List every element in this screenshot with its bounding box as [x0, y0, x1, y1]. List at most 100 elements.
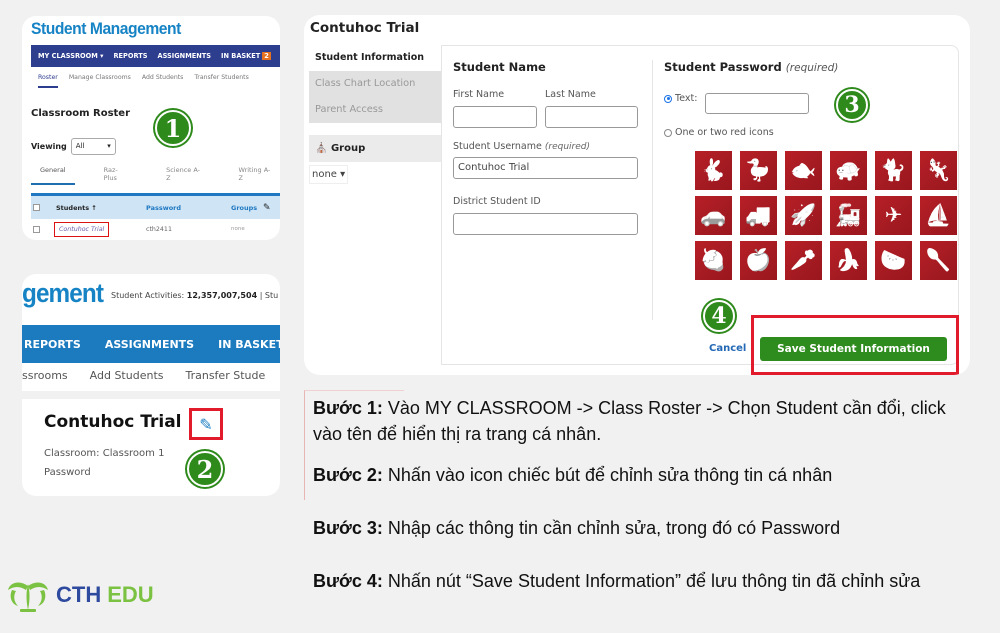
step-2-text: Bước 2: Nhấn vào icon chiếc bút để chỉnh…	[313, 462, 973, 488]
step-2-label: Bước 2:	[313, 465, 383, 485]
picture-password-grid: 🐇 🦆 🐟 🐢 🐈 🦎 🚗 🚚 🚀 🚂 ✈ ⛵ 🍓 🍎 🥕 🍌 🍉 🥄	[695, 151, 957, 280]
nav-reports[interactable]: REPORTS	[113, 52, 147, 60]
subnav-transfer-students[interactable]: Transfer Stude	[185, 369, 265, 382]
icon-option-label: One or two red icons	[675, 127, 774, 138]
tab-parent-access[interactable]: Parent Access	[309, 97, 441, 123]
picture-password-rocket[interactable]: 🚀	[785, 196, 822, 235]
row-checkbox[interactable]	[33, 225, 40, 233]
tab-general[interactable]: General	[31, 166, 75, 185]
nav-in-basket[interactable]: IN BASKET	[218, 338, 280, 351]
carrot-icon: 🥕	[790, 248, 817, 272]
duck-icon: 🦆	[745, 158, 772, 182]
save-student-information-button[interactable]: Save Student Information	[760, 337, 947, 361]
header-students[interactable]: Students ↑	[56, 204, 146, 212]
nav-reports[interactable]: REPORTS	[24, 338, 81, 351]
picture-password-rabbit[interactable]: 🐇	[695, 151, 732, 190]
apple-icon: 🍎	[745, 248, 772, 272]
first-name-input[interactable]	[453, 106, 537, 128]
picture-password-turtle[interactable]: 🐢	[830, 151, 867, 190]
activities-suffix: | Stu	[259, 291, 279, 300]
nav-assignments[interactable]: ASSIGNMENTS	[158, 52, 212, 60]
password-required-note: (required)	[785, 62, 839, 74]
car-icon: 🚗	[700, 203, 727, 227]
picture-password-carrot[interactable]: 🥕	[785, 241, 822, 280]
subnav-manage-classrooms[interactable]: ssrooms	[22, 369, 68, 382]
district-id-input[interactable]	[453, 213, 638, 235]
viewing-label: Viewing	[31, 142, 67, 151]
edit-profile-button[interactable]: ✎	[189, 408, 223, 440]
sub-nav: ssrooms Add Students Transfer Stude	[22, 369, 265, 382]
sub-nav: Roster Manage Classrooms Add Students Tr…	[31, 70, 280, 88]
icon-password-radio[interactable]	[664, 128, 672, 137]
picture-password-sailboat[interactable]: ⛵	[920, 196, 957, 235]
step-3-text: Bước 3: Nhập các thông tin cần chỉnh sửa…	[313, 515, 973, 541]
app-brand-title: Student Management	[31, 19, 181, 38]
activities-value: 12,357,007,504	[186, 291, 258, 300]
last-name-label: Last Name	[545, 89, 596, 100]
program-tabs: General Raz-Plus Science A-Z Writing A-Z	[31, 166, 280, 185]
nav-my-classroom[interactable]: MY CLASSROOM ▾	[38, 52, 103, 60]
subnav-add-students[interactable]: Add Students	[90, 369, 164, 382]
picture-password-apple[interactable]: 🍎	[740, 241, 777, 280]
select-all-checkbox[interactable]	[33, 204, 40, 211]
picture-password-strawberry[interactable]: 🍓	[695, 241, 732, 280]
nav-in-basket[interactable]: IN BASKET 2	[221, 52, 271, 60]
student-name-link[interactable]: Contuhoc Trial	[54, 221, 110, 237]
picture-password-watermelon[interactable]: 🍉	[875, 241, 912, 280]
roster-screenshot-panel: Student Management MY CLASSROOM ▾ REPORT…	[22, 16, 280, 240]
username-input[interactable]: Contuhoc Trial	[453, 157, 638, 179]
picture-password-airplane[interactable]: ✈	[875, 196, 912, 235]
step-3-body: Nhập các thông tin cần chỉnh sửa, trong …	[382, 518, 841, 538]
cancel-button[interactable]: Cancel	[709, 343, 746, 354]
student-groups: none	[231, 226, 245, 232]
viewing-select[interactable]: All	[70, 138, 116, 155]
airplane-icon: ✈	[884, 203, 903, 227]
picture-password-car[interactable]: 🚗	[695, 196, 732, 235]
picture-password-truck[interactable]: 🚚	[740, 196, 777, 235]
last-name-input[interactable]	[545, 106, 638, 128]
tab-raz-plus[interactable]: Raz-Plus	[95, 166, 137, 185]
text-password-option[interactable]: Text:	[664, 93, 697, 104]
subnav-transfer-students[interactable]: Transfer Students	[194, 70, 248, 88]
student-password: cth2411	[146, 225, 172, 233]
step-4-text: Bước 4: Nhấn nút “Save Student Informati…	[313, 568, 973, 594]
step-4-body: Nhấn nút “Save Student Information” để l…	[382, 571, 921, 591]
tab-student-information[interactable]: Student Information	[309, 45, 441, 71]
subnav-add-students[interactable]: Add Students	[142, 70, 184, 88]
subnav-roster[interactable]: Roster	[38, 70, 58, 88]
picture-password-banana[interactable]: 🍌	[830, 241, 867, 280]
main-nav: REPORTS ASSIGNMENTS IN BASKET	[22, 325, 280, 363]
group-section: ⛪ Group	[309, 135, 441, 162]
fish-icon: 🐟	[790, 158, 817, 182]
subnav-manage-classrooms[interactable]: Manage Classrooms	[69, 70, 131, 88]
first-name-label: First Name	[453, 89, 505, 100]
picture-password-spoon[interactable]: 🥄	[920, 241, 957, 280]
profile-classroom: Classroom: Classroom 1	[44, 448, 165, 459]
tab-science-az[interactable]: Science A-Z	[157, 166, 209, 185]
group-select[interactable]: none ▾	[309, 165, 349, 184]
picture-password-lizard[interactable]: 🦎	[920, 151, 957, 190]
nav-in-basket-label: IN BASKET	[221, 52, 261, 60]
turtle-icon: 🐢	[835, 158, 862, 182]
edit-groups-pencil-icon[interactable]: ✎	[263, 203, 271, 213]
group-icon: ⛪	[315, 143, 328, 154]
tab-class-chart-location[interactable]: Class Chart Location	[309, 71, 441, 97]
train-icon: 🚂	[835, 203, 862, 227]
text-password-radio[interactable]	[664, 94, 672, 103]
rabbit-icon: 🐇	[700, 158, 727, 182]
tab-writing-az[interactable]: Writing A-Z	[229, 166, 280, 185]
step-2-body: Nhấn vào icon chiếc bút để chỉnh sửa thô…	[382, 465, 833, 485]
sailboat-icon: ⛵	[925, 203, 952, 227]
step-1-body: Vào MY CLASSROOM -> Class Roster -> Chọn…	[313, 398, 946, 444]
logo-text-cth: CTH	[56, 582, 102, 607]
picture-password-duck[interactable]: 🦆	[740, 151, 777, 190]
picture-password-train[interactable]: 🚂	[830, 196, 867, 235]
group-label: Group	[330, 143, 366, 154]
text-password-input[interactable]	[705, 93, 809, 114]
username-required-note: (required)	[544, 142, 591, 152]
nav-assignments[interactable]: ASSIGNMENTS	[105, 338, 194, 351]
step-3-label: Bước 3:	[313, 518, 383, 538]
picture-password-fish[interactable]: 🐟	[785, 151, 822, 190]
picture-password-cat[interactable]: 🐈	[875, 151, 912, 190]
icon-password-option[interactable]: One or two red icons	[664, 127, 774, 138]
